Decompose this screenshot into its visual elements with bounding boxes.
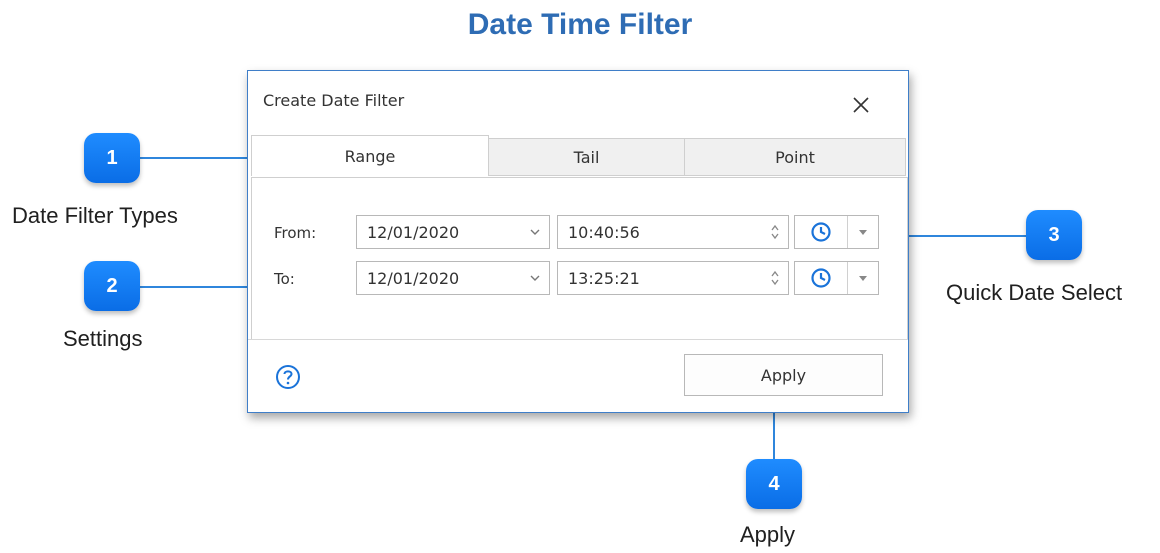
to-quick-date-button[interactable] — [794, 261, 879, 295]
chevron-down-icon[interactable] — [521, 275, 549, 281]
clock-icon[interactable] — [795, 262, 848, 294]
to-date-value: 12/01/2020 — [367, 268, 460, 288]
from-time-value: 10:40:56 — [568, 222, 640, 242]
tab-point[interactable]: Point — [684, 138, 906, 176]
page-title: Date Time Filter — [467, 8, 693, 41]
callout-line-3 — [897, 235, 1031, 237]
callout-badge-4: 4 — [746, 459, 802, 509]
chevron-down-icon[interactable] — [521, 229, 549, 235]
callout-label-3: Quick Date Select — [946, 280, 1123, 305]
callout-badge-1: 1 — [84, 133, 140, 183]
callout-label-1: Date Filter Types — [12, 203, 178, 228]
callout-badge-3: 3 — [1026, 210, 1082, 260]
from-label: From: — [274, 224, 317, 242]
tab-content-panel — [251, 177, 908, 340]
clock-icon[interactable] — [795, 216, 848, 248]
callout-label-4: Apply — [740, 522, 796, 547]
from-date-select[interactable]: 12/01/2020 — [356, 215, 550, 249]
to-label: To: — [274, 270, 295, 288]
from-time-input[interactable]: 10:40:56 — [557, 215, 789, 249]
apply-button[interactable]: Apply — [684, 354, 883, 396]
tab-range[interactable]: Range — [251, 135, 489, 176]
chevron-down-icon[interactable] — [848, 216, 878, 248]
close-icon[interactable] — [851, 95, 871, 115]
tab-tail[interactable]: Tail — [488, 138, 685, 176]
help-icon[interactable] — [275, 364, 301, 390]
create-date-filter-dialog: Create Date Filter Range Tail Point From… — [247, 70, 909, 413]
to-time-input[interactable]: 13:25:21 — [557, 261, 789, 295]
to-time-value: 13:25:21 — [568, 268, 640, 288]
from-date-value: 12/01/2020 — [367, 222, 460, 242]
spinner-icon[interactable] — [762, 216, 788, 248]
footer-divider — [248, 339, 908, 340]
spinner-icon[interactable] — [762, 262, 788, 294]
from-quick-date-button[interactable] — [794, 215, 879, 249]
callout-badge-2: 2 — [84, 261, 140, 311]
chevron-down-icon[interactable] — [848, 262, 878, 294]
to-date-select[interactable]: 12/01/2020 — [356, 261, 550, 295]
callout-label-2: Settings — [63, 326, 143, 351]
dialog-title: Create Date Filter — [263, 91, 405, 110]
